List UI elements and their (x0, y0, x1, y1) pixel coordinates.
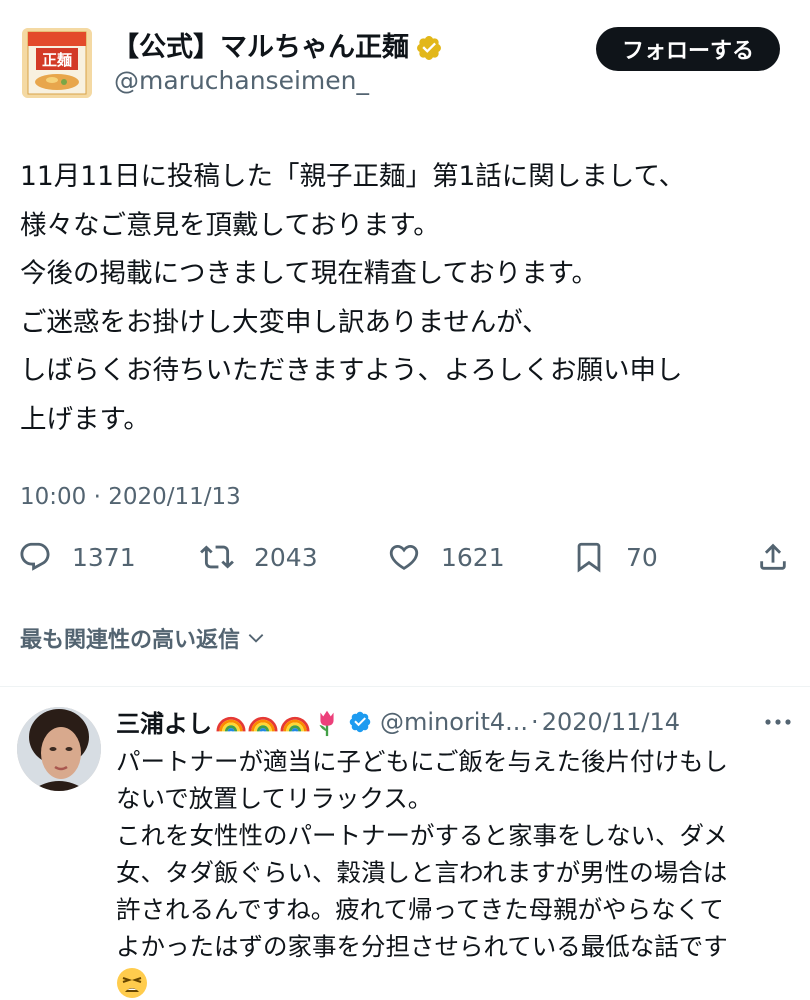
tweet-line: 様々なご意見を頂戴しております。 (20, 209, 440, 241)
bookmark-icon (577, 542, 601, 573)
blue-verified-badge-icon (349, 711, 371, 732)
tweet-line: しばらくお待ちいただきますよう、よろしくお願い申し (20, 355, 683, 386)
rainbow-icon (216, 716, 246, 732)
replies-sort-dropdown[interactable]: 最も関連性の高い返信 (20, 622, 266, 654)
rainbow-icon (280, 716, 310, 732)
reply-header: 三浦よし @minorit4... · 2020/11/14 (116, 704, 680, 739)
meta-separator: · (531, 707, 539, 736)
author-avatar[interactable]: 正麺 (22, 28, 92, 98)
chevron-down-icon (248, 634, 264, 643)
tweet-line: 上げます。 (20, 403, 150, 435)
author-display-name[interactable]: 【公式】マルちゃん正麺 (112, 30, 409, 66)
reply-author-avatar[interactable] (17, 707, 101, 791)
name-emojis (216, 707, 344, 737)
tweet-line: 今後の掲載につきまして現在精査しております。 (20, 258, 598, 289)
tweet-text: 11月11日に投稿した「親子正麺」第1話に関しまして、 様々なご意見を頂戴してお… (20, 153, 800, 444)
section-divider (0, 686, 810, 687)
gold-verified-badge-icon (417, 36, 441, 60)
retweet-button[interactable]: 2043 (200, 540, 318, 574)
like-button[interactable]: 1621 (387, 540, 505, 574)
tweet-line: 11月11日に投稿した「親子正麺」第1話に関しまして、 (20, 161, 686, 192)
reply-text: パートナーが適当に子どもにご飯を与えた後片付けもし ないで放置してリラックス。 … (116, 743, 806, 999)
reply-line: パートナーが適当に子どもにご飯を与えた後片付けもし (116, 747, 729, 776)
reply-line: よかったはずの家事を分担させられている最低な話です (116, 932, 728, 961)
rainbow-icon (248, 716, 278, 732)
retweet-icon (200, 545, 234, 569)
replies-sort-label: 最も関連性の高い返信 (20, 628, 241, 653)
reply-button[interactable]: 1371 (18, 540, 136, 574)
reply-line: 女、タダ飯ぐらい、穀潰しと言われますが男性の場合は (116, 858, 728, 887)
reply-line: 許されるんですね。疲れて帰ってきた母親がやらなくて (116, 895, 724, 924)
reply-author-name[interactable]: 三浦よし (116, 704, 212, 739)
author-handle[interactable]: @maruchanseimen_ (114, 66, 369, 95)
author-name-row[interactable]: 【公式】マルちゃん正麺 (112, 30, 443, 66)
tweet-header: 正麺 【公式】マルちゃん正麺 @maruchanseimen_ フォローする (0, 0, 810, 120)
svg-text:正麺: 正麺 (42, 51, 72, 69)
like-count: 1621 (441, 542, 505, 572)
reply-date[interactable]: 2020/11/14 (542, 708, 680, 736)
share-icon (760, 543, 786, 570)
share-button[interactable] (756, 540, 790, 574)
retweet-count: 2043 (254, 542, 318, 572)
tired-face-emoji (117, 968, 147, 998)
reply-line: これを女性性のパートナーがすると家事をしない、ダメ (116, 821, 728, 850)
bookmark-button[interactable]: 70 (572, 540, 658, 574)
action-bar: 1371 2043 1621 70 (0, 540, 810, 590)
bookmark-count: 70 (626, 542, 658, 572)
like-icon (389, 544, 419, 570)
follow-button[interactable]: フォローする (596, 27, 780, 71)
reply-line: ないで放置してリラックス。 (116, 784, 433, 813)
tulip-icon (319, 710, 334, 736)
tweet-line: ご迷惑をお掛けし大変申し訳ありませんが、 (20, 306, 549, 338)
tweet-timestamp[interactable]: 10:00 · 2020/11/13 (20, 484, 241, 510)
reply-author-handle[interactable]: @minorit4... (380, 708, 528, 736)
reply-count: 1371 (72, 542, 136, 572)
reply-icon (20, 542, 50, 571)
more-options-icon[interactable] (760, 712, 796, 732)
